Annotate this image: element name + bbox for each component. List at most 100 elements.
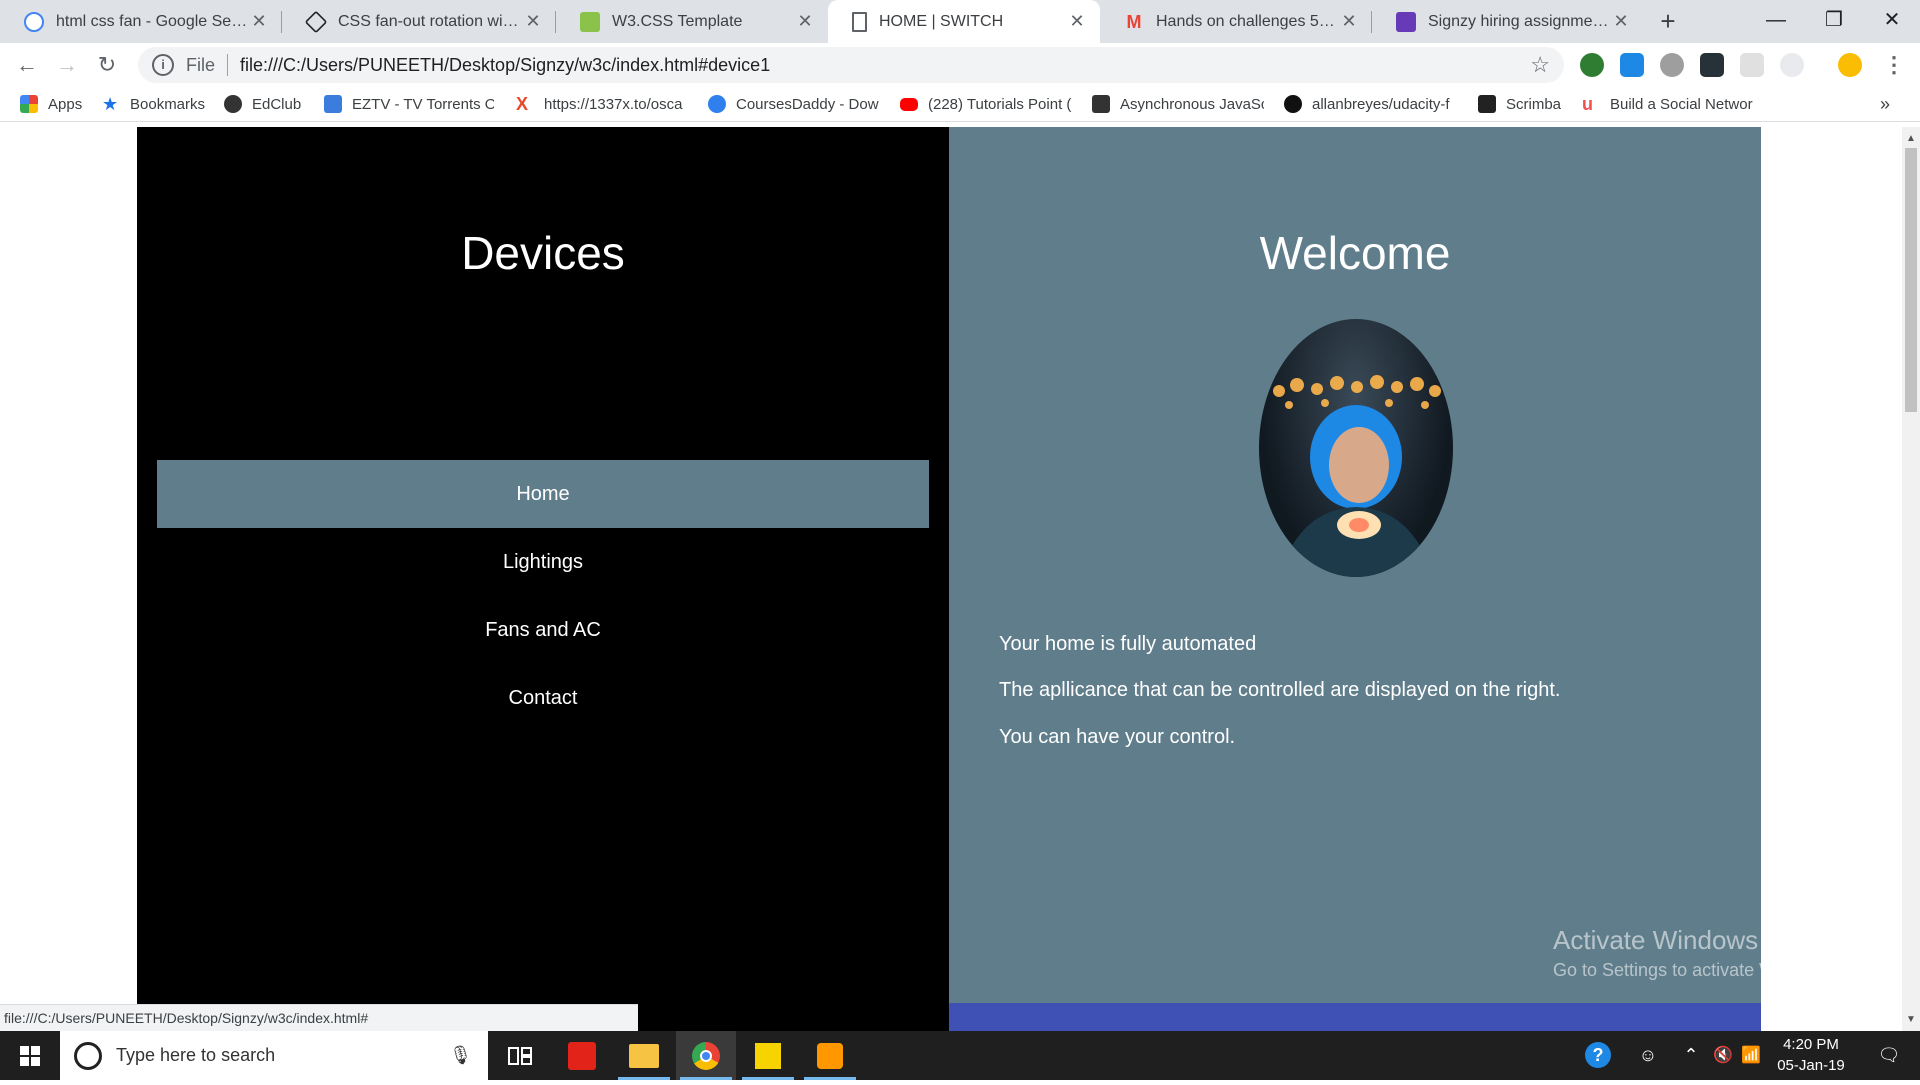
browser-toolbar: ← → ↻ i File file:///C:/Users/PUNEETH/De… [0, 43, 1920, 87]
chrome-menu-button[interactable]: ⋮ [1876, 43, 1912, 87]
tab-title: CSS fan-out rotation with bo [338, 12, 522, 30]
action-center-icon[interactable]: 🗨 [1866, 1031, 1912, 1080]
bookmarks-overflow-button[interactable]: » [1880, 87, 1910, 121]
tab-css-fan-out[interactable]: CSS fan-out rotation with bo ✕ [282, 0, 556, 43]
bookmark-apps[interactable]: Apps [20, 87, 90, 121]
acrobat-icon[interactable] [552, 1031, 612, 1080]
system-clock[interactable]: 4:20 PM 05-Jan-19 [1756, 1034, 1866, 1076]
back-button[interactable]: ← [9, 43, 45, 87]
bookmark-label: CoursesDaddy - Dow [736, 95, 879, 113]
accent-strip [949, 1003, 1761, 1031]
tab-title: HOME | SWITCH [879, 12, 1004, 30]
close-tab-icon[interactable]: ✕ [1338, 11, 1360, 32]
forward-button[interactable]: → [49, 43, 85, 87]
sublime-text-icon[interactable] [800, 1031, 860, 1080]
devices-heading: Devices [461, 227, 625, 279]
close-tab-icon[interactable]: ✕ [794, 11, 816, 32]
google-icon [24, 11, 44, 32]
chrome-glyph [692, 1041, 720, 1070]
udemy-icon: u [1582, 94, 1593, 114]
reload-button[interactable]: ↻ [89, 43, 125, 87]
url-text[interactable]: file:///C:/Users/PUNEETH/Desktop/Signzy/… [240, 55, 770, 76]
bookmark-async-js[interactable]: Asynchronous JavaSc [1092, 87, 1264, 121]
bookmark-bookmarks[interactable]: ★ Bookmarks [102, 87, 212, 121]
close-tab-icon[interactable]: ✕ [522, 11, 544, 32]
bookmark-star-icon[interactable]: ☆ [1530, 52, 1550, 78]
scroll-down-arrow[interactable]: ▼ [1902, 1012, 1920, 1028]
avatar-illustration [1273, 375, 1441, 577]
bookmark-scrimba[interactable]: Scrimba [1478, 87, 1564, 121]
extension-pen-icon[interactable] [1620, 53, 1644, 77]
sticky-glyph [755, 1042, 781, 1069]
bookmark-label: Bookmarks [130, 95, 206, 113]
bookmark-tutorials-point[interactable]: (228) Tutorials Point ( [900, 87, 1072, 121]
nav-lightings[interactable]: Lightings [157, 528, 929, 596]
nav-fans-and-ac[interactable]: Fans and AC [157, 596, 929, 664]
acrobat-glyph [568, 1041, 596, 1070]
github-icon [1284, 95, 1302, 113]
task-view-icon[interactable] [490, 1031, 550, 1080]
activate-windows-title: Activate Windows [1553, 925, 1759, 955]
tab-home-switch[interactable]: HOME | SWITCH ✕ [828, 0, 1100, 43]
welcome-panel: Welcome Your home is fully automated The… [949, 127, 1761, 1031]
bookmark-label: Asynchronous JavaSc [1120, 95, 1264, 113]
forms-icon [1396, 11, 1416, 32]
volume-muted-icon[interactable]: 🔇 [1708, 1031, 1738, 1080]
extension-gear-icon[interactable] [1780, 53, 1804, 77]
extension-blank-icon[interactable] [1740, 53, 1764, 77]
bookmarks-bar: Apps ★ Bookmarks EdClub EZTV - TV Torren… [0, 87, 1920, 122]
gmail-icon: M [1126, 11, 1142, 32]
tab-google-search[interactable]: html css fan - Google Search ✕ [0, 0, 282, 43]
start-button[interactable] [0, 1031, 60, 1080]
new-tab-button[interactable]: + [1652, 6, 1684, 38]
bookmark-label: https://1337x.to/osca [544, 95, 683, 113]
extension-globe-icon[interactable] [1580, 53, 1604, 77]
sticky-notes-icon[interactable] [738, 1031, 798, 1080]
extension-x-icon[interactable] [1700, 53, 1724, 77]
extension-world-icon[interactable] [1660, 53, 1684, 77]
close-window-button[interactable]: ✕ [1864, 0, 1920, 43]
help-icon[interactable]: ? [1580, 1031, 1616, 1080]
activate-windows-subtitle: Go to Settings to activate Windows. [1553, 960, 1838, 980]
scrimba-icon [1478, 95, 1496, 113]
nav-home[interactable]: Home [157, 460, 929, 528]
message-control: You can have your control. [999, 726, 1236, 748]
maximize-button[interactable]: ❐ [1806, 0, 1862, 43]
tab-gmail[interactable]: M Hands on challenges 5th JAN ✕ [1100, 0, 1372, 43]
bookmark-github-udacity[interactable]: allanbreyes/udacity-f [1284, 87, 1456, 121]
profile-avatar-icon[interactable] [1838, 53, 1862, 77]
w3-icon [580, 11, 600, 32]
message-automated: Your home is fully automated [999, 633, 1257, 655]
woman-holding-lights-avatar [1259, 319, 1453, 577]
microphone-icon[interactable]: 🎙 [449, 1045, 472, 1066]
bookmark-coursesdaddy[interactable]: CoursesDaddy - Dow [708, 87, 880, 121]
bookmark-label: Scrimba [1506, 95, 1562, 113]
bookmark-edclub[interactable]: EdClub [224, 87, 314, 121]
file-explorer-icon[interactable] [614, 1031, 674, 1080]
tab-title: W3.CSS Template [612, 12, 743, 30]
devices-panel: Devices Home Lightings Fans and AC Conta… [137, 127, 949, 1031]
tab-strip: html css fan - Google Search ✕ CSS fan-o… [0, 0, 1920, 43]
nav-contact[interactable]: Contact [157, 664, 929, 732]
bookmark-1337x[interactable]: X https://1337x.to/osca [516, 87, 688, 121]
bookmark-social-network[interactable]: u Build a Social Networ [1582, 87, 1754, 121]
taskbar-search-box[interactable]: Type here to search 🎙 [60, 1031, 488, 1080]
minimize-button[interactable]: — [1748, 0, 1804, 43]
bookmark-label: (228) Tutorials Point ( [928, 95, 1072, 113]
address-bar[interactable]: i File file:///C:/Users/PUNEETH/Desktop/… [138, 47, 1564, 83]
message-appliances: The apllicance that can be controlled ar… [999, 679, 1561, 701]
chrome-icon[interactable] [676, 1031, 736, 1080]
show-hidden-icons[interactable]: ⌃ [1676, 1031, 1706, 1080]
info-icon[interactable]: i [152, 54, 174, 76]
bookmark-label: Build a Social Networ [1610, 95, 1753, 113]
bookmark-eztv[interactable]: EZTV - TV Torrents O [324, 87, 494, 121]
tab-w3css-template[interactable]: W3.CSS Template ✕ [556, 0, 828, 43]
scroll-up-arrow[interactable]: ▲ [1902, 131, 1920, 147]
close-tab-icon[interactable]: ✕ [1610, 11, 1632, 32]
scrollbar-thumb[interactable] [1905, 148, 1917, 412]
people-icon[interactable]: ☺ [1630, 1031, 1666, 1080]
close-tab-icon[interactable]: ✕ [248, 11, 270, 32]
tab-signzy-form[interactable]: Signzy hiring assignment sub ✕ [1372, 0, 1644, 43]
close-tab-icon[interactable]: ✕ [1066, 11, 1088, 32]
bookmark-label: EZTV - TV Torrents O [352, 95, 494, 113]
